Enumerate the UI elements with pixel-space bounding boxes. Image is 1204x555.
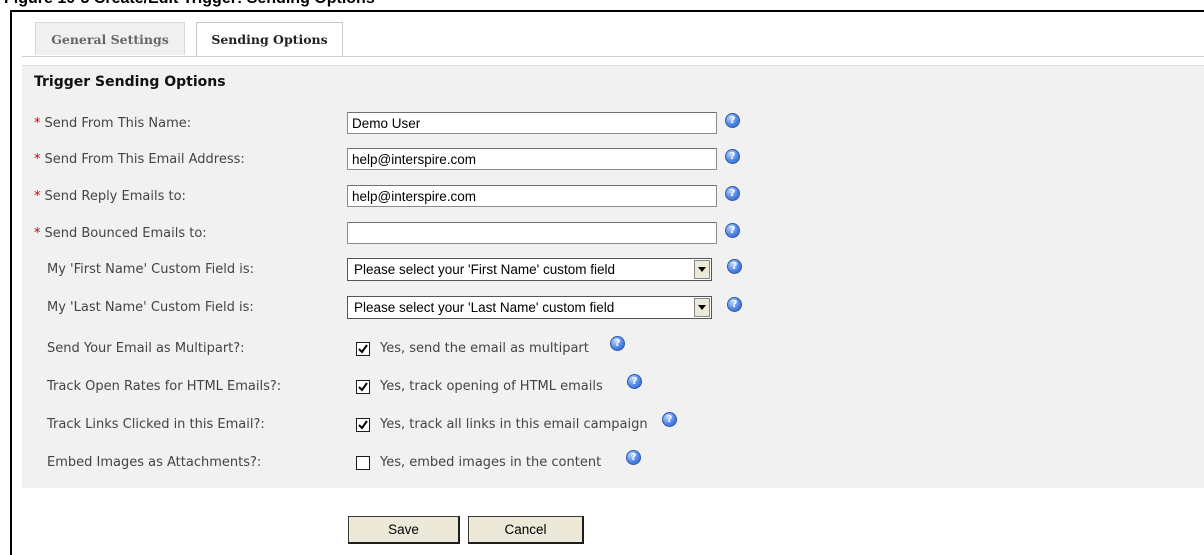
row-reply-to: * Send Reply Emails to: help@interspire.c… [22, 182, 1204, 212]
send-from-email-input[interactable]: help@interspire.com [347, 148, 717, 170]
figure-caption-strip: Figure 10-3 Create/Edit Trigger: Sending… [0, 0, 1204, 8]
multipart-option-text: Yes, send the email as multipart [380, 341, 589, 356]
track-open-checkbox[interactable] [356, 380, 370, 394]
first-name-field-selected: Please select your 'First Name' custom f… [354, 262, 615, 277]
save-button[interactable]: Save [348, 516, 460, 544]
first-name-field-select[interactable]: Please select your 'First Name' custom f… [347, 258, 712, 281]
send-from-name-label: * Send From This Name: [34, 116, 192, 131]
send-from-name-input[interactable]: Demo User [347, 112, 717, 134]
required-marker: * [34, 226, 41, 241]
row-multipart: Send Your Email as Multipart?: Yes, send… [22, 334, 1204, 364]
embed-images-option-text: Yes, embed images in the content [380, 455, 602, 470]
figure-caption: Figure 10-3 Create/Edit Trigger: Sending… [4, 0, 375, 8]
help-icon[interactable]: ? [662, 412, 677, 427]
help-icon[interactable]: ? [610, 336, 625, 351]
track-links-label: Track Links Clicked in this Email?: [47, 417, 265, 432]
row-track-open: Track Open Rates for HTML Emails?: Yes, … [22, 372, 1204, 402]
last-name-field-label: My 'Last Name' Custom Field is: [47, 300, 254, 315]
required-marker: * [34, 116, 41, 131]
help-icon[interactable]: ? [725, 186, 740, 201]
cancel-button[interactable]: Cancel [468, 516, 584, 544]
send-from-email-label: * Send From This Email Address: [34, 152, 245, 167]
help-icon[interactable]: ? [725, 223, 740, 238]
tab-general-settings[interactable]: General Settings [35, 22, 185, 55]
help-icon[interactable]: ? [725, 113, 740, 128]
chevron-down-icon[interactable] [694, 298, 710, 317]
tab-sending-options[interactable]: Sending Options [196, 22, 343, 57]
row-last-name-field: My 'Last Name' Custom Field is: Please s… [22, 293, 1204, 323]
first-name-field-label: My 'First Name' Custom Field is: [47, 262, 255, 277]
required-marker: * [34, 189, 41, 204]
row-track-links: Track Links Clicked in this Email?: Yes,… [22, 410, 1204, 440]
help-icon[interactable]: ? [627, 374, 642, 389]
last-name-field-select[interactable]: Please select your 'Last Name' custom fi… [347, 296, 712, 319]
help-icon[interactable]: ? [626, 450, 641, 465]
track-links-checkbox[interactable] [356, 418, 370, 432]
multipart-checkbox[interactable] [356, 342, 370, 356]
tab-divider [22, 56, 1204, 57]
multipart-label: Send Your Email as Multipart?: [47, 341, 245, 356]
chevron-down-icon[interactable] [694, 260, 710, 279]
last-name-field-selected: Please select your 'Last Name' custom fi… [354, 300, 615, 315]
row-send-from-email: * Send From This Email Address: help@inte… [22, 145, 1204, 175]
track-open-label: Track Open Rates for HTML Emails?: [47, 379, 282, 394]
row-bounce-to: * Send Bounced Emails to: ? [22, 219, 1204, 249]
reply-to-input[interactable]: help@interspire.com [347, 185, 717, 207]
row-send-from-name: * Send From This Name: Demo User ? [22, 109, 1204, 139]
section-title: Trigger Sending Options [34, 74, 226, 90]
track-links-option-text: Yes, track all links in this email campa… [380, 417, 648, 432]
bounce-to-input[interactable] [347, 222, 717, 244]
row-embed-images: Embed Images as Attachments?: Yes, embed… [22, 448, 1204, 478]
reply-to-label: * Send Reply Emails to: [34, 189, 186, 204]
track-open-option-text: Yes, track opening of HTML emails [380, 379, 603, 394]
row-first-name-field: My 'First Name' Custom Field is: Please … [22, 255, 1204, 285]
help-icon[interactable]: ? [727, 259, 742, 274]
help-icon[interactable]: ? [727, 297, 742, 312]
embed-images-checkbox[interactable] [356, 456, 370, 470]
help-icon[interactable]: ? [725, 149, 740, 164]
required-marker: * [34, 152, 41, 167]
bounce-to-label: * Send Bounced Emails to: [34, 226, 207, 241]
embed-images-label: Embed Images as Attachments?: [47, 455, 262, 470]
